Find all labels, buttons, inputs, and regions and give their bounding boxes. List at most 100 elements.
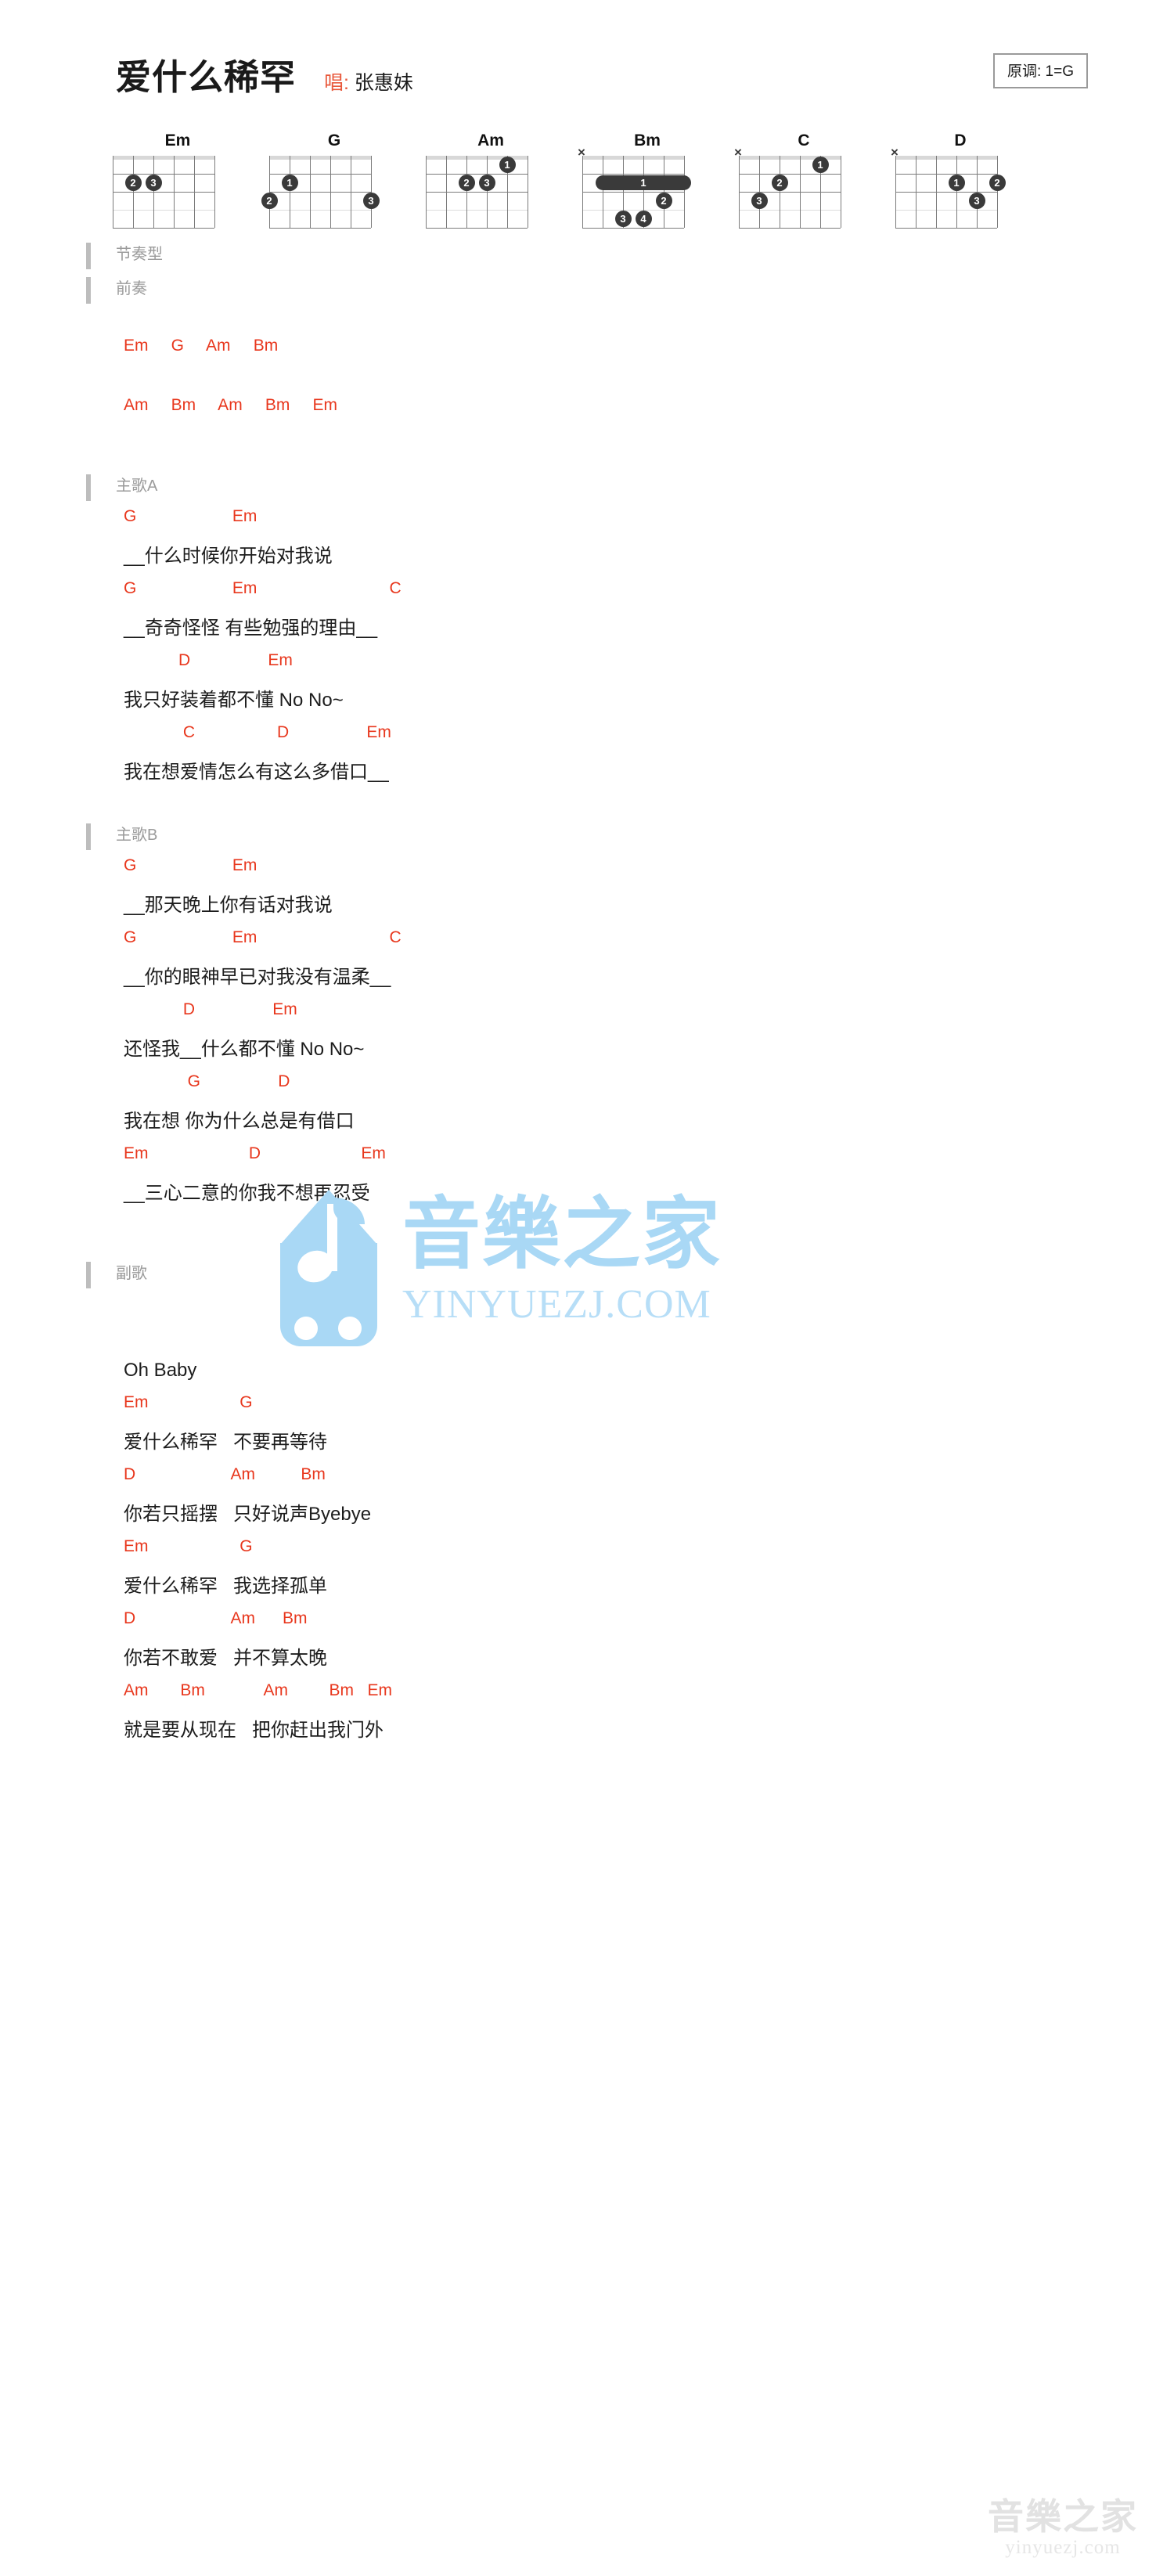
verse-a-lyric-line: __奇奇怪怪 有些勉强的理由__ [124,618,378,639]
verse-b-block: G Em __那天晚上你有话对我说 G Em C __你的眼神早已对我没有温柔__ D… [0,856,1174,1216]
section-marker [86,243,91,269]
chorus-chord-line [0,1321,1174,1354]
section-label-chorus: 副歌 [116,1265,147,1282]
verse-b-lyric-line: __三心二意的你我不想再忍受 [124,1183,370,1204]
verse-b-chord-line: D Em [124,1000,297,1018]
watermark-corner: 音樂之家 yinyuezj.com [988,2497,1138,2559]
verse-a-lyric-line: 我只好装着都不懂 No No~ [124,690,344,711]
chord-grid: 1 2 3 × [891,146,1021,229]
section-intro: 前奏 [0,276,1174,310]
page-header: 爱什么稀罕 唱: 张惠妹 原调: 1=G [0,0,1174,97]
chord-diagram-strip: Em 2 3 G 1 2 3 Am 1 2 3 Bm 1 2 3 4 × C 1 2 3 × D 1 2 3 × [0,132,1174,241]
chord-name-label: D [954,132,967,150]
finger-dot: 4 [635,211,652,227]
verse-b-lyric-line: 还怪我__什么都不懂 No No~ [124,1039,365,1060]
chord-name-label: C [798,132,810,150]
intro-chord-line: Am Bm Am Bm Em [124,396,338,414]
chord-diagram-em: Em 2 3 [102,132,243,229]
chorus-lyric-line: Oh Baby [124,1360,197,1381]
finger-dot: 3 [145,175,162,191]
title-row: 爱什么稀罕 唱: 张惠妹 [116,49,413,99]
section-marker [86,474,91,501]
chorus-chord-line: D Am Bm [124,1465,326,1483]
singer-name: 张惠妹 [354,72,413,94]
section-marker [86,1262,91,1288]
finger-dot: 2 [989,175,1006,191]
chord-name-label: G [327,132,341,150]
finger-dot: 1 [499,157,516,173]
chorus-lyric-line: 爱什么稀罕 不要再等待 [124,1432,328,1453]
section-label-intro: 前奏 [116,280,147,297]
mute-string-icon: × [734,145,742,160]
chorus-lyric-line: 你若不敢爱 并不算太晚 [124,1648,328,1669]
mute-string-icon: × [578,145,585,160]
finger-dot: 3 [751,193,768,209]
chorus-chord-line: D Am Bm [124,1609,308,1627]
finger-dot: 3 [614,211,632,227]
singer-label: 唱: [324,72,349,94]
finger-dot: 3 [362,193,380,209]
verse-a-chord-line: G Em [124,507,257,525]
chord-diagram-am: Am 1 2 3 [415,132,556,229]
chord-diagram-bm: Bm 1 2 3 4 × [571,132,712,229]
chorus-chord-line: Am Bm Am Bm Em [124,1681,393,1699]
verse-a-block: G Em __什么时候你开始对我说 G Em C __奇奇怪怪 有些勉强的理由__ D… [0,507,1174,795]
chorus-lyric-line: 你若只摇摆 只好说声Byebye [124,1504,372,1525]
section-label-rhythm: 节奏型 [116,246,163,263]
section-chorus: 副歌 [0,1260,1174,1295]
chord-name-label: Am [477,132,504,150]
finger-dot: 2 [261,193,278,209]
finger-dot: 3 [968,193,985,209]
mute-string-icon: × [891,145,899,160]
chord-grid: 123 [261,156,394,229]
verse-a-chord-line: G Em C [124,579,402,597]
verse-b-chord-line: G D [124,1072,290,1090]
verse-b-chord-line: G Em C [124,928,402,946]
verse-b-chord-line: Em D Em [124,1144,386,1162]
chord-grid: 23 [113,156,238,229]
section-marker [86,277,91,304]
verse-a-lyric-line: 我在想爱情怎么有这么多借口__ [124,762,389,783]
verse-b-lyric-line: 我在想 你为什么总是有借口 [124,1111,355,1132]
chorus-chord-line: Em G [124,1393,253,1411]
chorus-chord-line: Em G [124,1537,253,1555]
finger-dot: 1 [948,175,965,191]
finger-dot: 2 [655,193,672,209]
section-label-verse-b: 主歌B [116,827,158,844]
singer-credit: 唱: 张惠妹 [324,67,413,95]
chord-grid: 1 2 3 × [734,146,864,229]
section-label-verse-a: 主歌A [116,477,158,495]
watermark-corner-cn: 音樂之家 [988,2496,1138,2538]
chord-grid: 1 2 3 4 × [578,146,708,229]
verse-a-chord-line: C D Em [124,723,391,741]
verse-b-lyric-line: __你的眼神早已对我没有温柔__ [124,967,391,988]
finger-dot: 2 [124,175,142,191]
chord-name-label: Em [164,132,191,150]
chord-diagram-g: G 12 3 [258,132,399,229]
chorus-lyric-line: 就是要从现在 把你赶出我门外 [124,1720,384,1741]
chorus-lyric-line: 爱什么稀罕 我选择孤单 [124,1576,328,1597]
section-verse-b: 主歌B [0,822,1174,856]
verse-b-lyric-line: __那天晚上你有话对我说 [124,895,333,916]
chord-grid: 123 [426,156,551,229]
chord-diagram-d: D 1 2 3 × [884,132,1025,229]
chord-sheet: 节奏型 前奏 Em G Am Bm Am Bm Am Bm Em 主歌A G E… [0,241,1174,1753]
intro-chord-line: Em G Am Bm [124,337,279,355]
finger-dot: 2 [458,175,475,191]
original-key-box: 原调: 1=G [993,53,1088,88]
section-marker [86,823,91,850]
chorus-block: Oh Baby Em G 爱什么稀罕 不要再等待 D Am Bm 你若只摇摆 只好说声B… [0,1321,1174,1753]
verse-a-chord-line: D Em [124,651,293,669]
verse-a-lyric-line: __什么时候你开始对我说 [124,546,333,567]
section-rhythm: 节奏型 [0,241,1174,276]
barre-finger-number: 1 [640,177,646,189]
section-verse-a: 主歌A [0,473,1174,507]
finger-dot: 2 [771,175,788,191]
verse-b-chord-line: G Em [124,856,257,874]
